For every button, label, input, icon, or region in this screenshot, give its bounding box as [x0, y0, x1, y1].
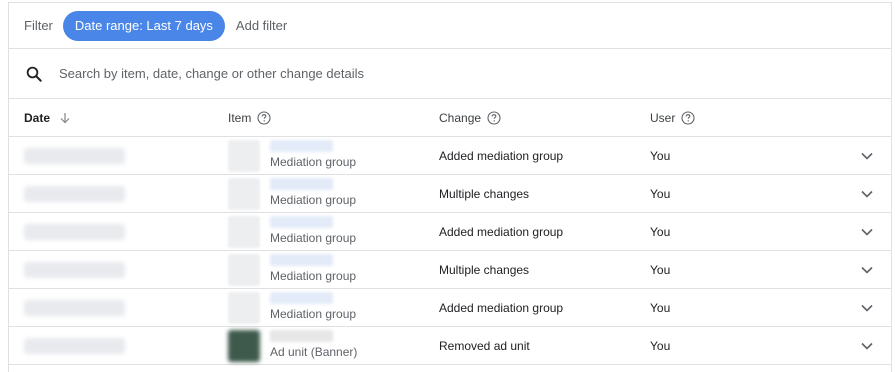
table-row[interactable]: Mediation group Added mediation group Yo…	[9, 137, 891, 175]
table-row[interactable]: Mediation group Multiple changes You	[9, 175, 891, 213]
search-input[interactable]	[57, 65, 661, 82]
item-type: Mediation group	[270, 154, 357, 169]
item-name[interactable]	[270, 291, 333, 304]
column-header-change: Change	[439, 99, 501, 136]
item-type: Ad unit (Banner)	[270, 344, 358, 359]
date-value	[24, 261, 125, 278]
column-header-date[interactable]: Date	[24, 99, 71, 136]
date-value	[24, 223, 125, 240]
date-range-filter-chip[interactable]: Date range: Last 7 days	[62, 10, 225, 41]
search-icon	[25, 65, 43, 83]
change-header-label: Change	[439, 110, 482, 125]
date-header-label: Date	[24, 110, 51, 125]
item-thumbnail	[228, 215, 260, 248]
item-name[interactable]	[270, 253, 333, 266]
item-type: Mediation group	[270, 306, 357, 321]
user-value: You	[650, 338, 671, 353]
item-thumbnail	[228, 139, 260, 172]
change-description: Added mediation group	[439, 224, 564, 239]
column-header-item: Item	[228, 99, 271, 136]
search-bar	[9, 49, 891, 99]
table-row[interactable]: Mediation group Added mediation group Yo…	[9, 289, 891, 327]
table-row[interactable]: Ad unit (Banner) Removed ad unit You	[9, 327, 891, 365]
help-icon[interactable]	[681, 110, 695, 125]
chevron-down-icon[interactable]	[860, 149, 874, 163]
item-name[interactable]	[270, 329, 333, 342]
table-row[interactable]: Mediation group Multiple changes You	[9, 251, 891, 289]
help-icon[interactable]	[257, 110, 271, 125]
chevron-down-icon[interactable]	[860, 187, 874, 201]
chevron-down-icon[interactable]	[860, 301, 874, 315]
help-icon[interactable]	[487, 110, 501, 125]
filter-bar: Filter Date range: Last 7 days Add filte…	[9, 3, 891, 49]
user-value: You	[650, 186, 671, 201]
table-row[interactable]: Mediation group Added mediation group Yo…	[9, 213, 891, 251]
user-value: You	[650, 224, 671, 239]
item-thumbnail	[228, 291, 260, 324]
change-description: Added mediation group	[439, 148, 564, 163]
chevron-down-icon[interactable]	[860, 225, 874, 239]
item-name[interactable]	[270, 139, 333, 152]
item-name[interactable]	[270, 177, 333, 190]
sort-arrow-down-icon[interactable]	[59, 112, 71, 124]
item-thumbnail	[228, 329, 260, 362]
item-thumbnail	[228, 177, 260, 210]
user-value: You	[650, 300, 671, 315]
table-header: Date Item Change User	[9, 99, 891, 137]
chevron-down-icon[interactable]	[860, 263, 874, 277]
change-description: Added mediation group	[439, 300, 564, 315]
change-description: Multiple changes	[439, 262, 530, 277]
date-value	[24, 337, 125, 354]
change-history-panel: Filter Date range: Last 7 days Add filte…	[8, 2, 892, 372]
column-header-user: User	[650, 99, 695, 136]
date-value	[24, 185, 125, 202]
item-thumbnail	[228, 253, 260, 286]
add-filter-button[interactable]: Add filter	[236, 18, 287, 33]
date-value	[24, 299, 125, 316]
user-value: You	[650, 262, 671, 277]
item-type: Mediation group	[270, 230, 357, 245]
filter-label: Filter	[24, 18, 53, 33]
item-type: Mediation group	[270, 268, 357, 283]
date-value	[24, 147, 125, 164]
change-description: Multiple changes	[439, 186, 530, 201]
item-type: Mediation group	[270, 192, 357, 207]
item-header-label: Item	[228, 110, 252, 125]
chevron-down-icon[interactable]	[860, 339, 874, 353]
item-name[interactable]	[270, 215, 333, 228]
user-value: You	[650, 148, 671, 163]
user-header-label: User	[650, 110, 676, 125]
change-description: Removed ad unit	[439, 338, 530, 353]
